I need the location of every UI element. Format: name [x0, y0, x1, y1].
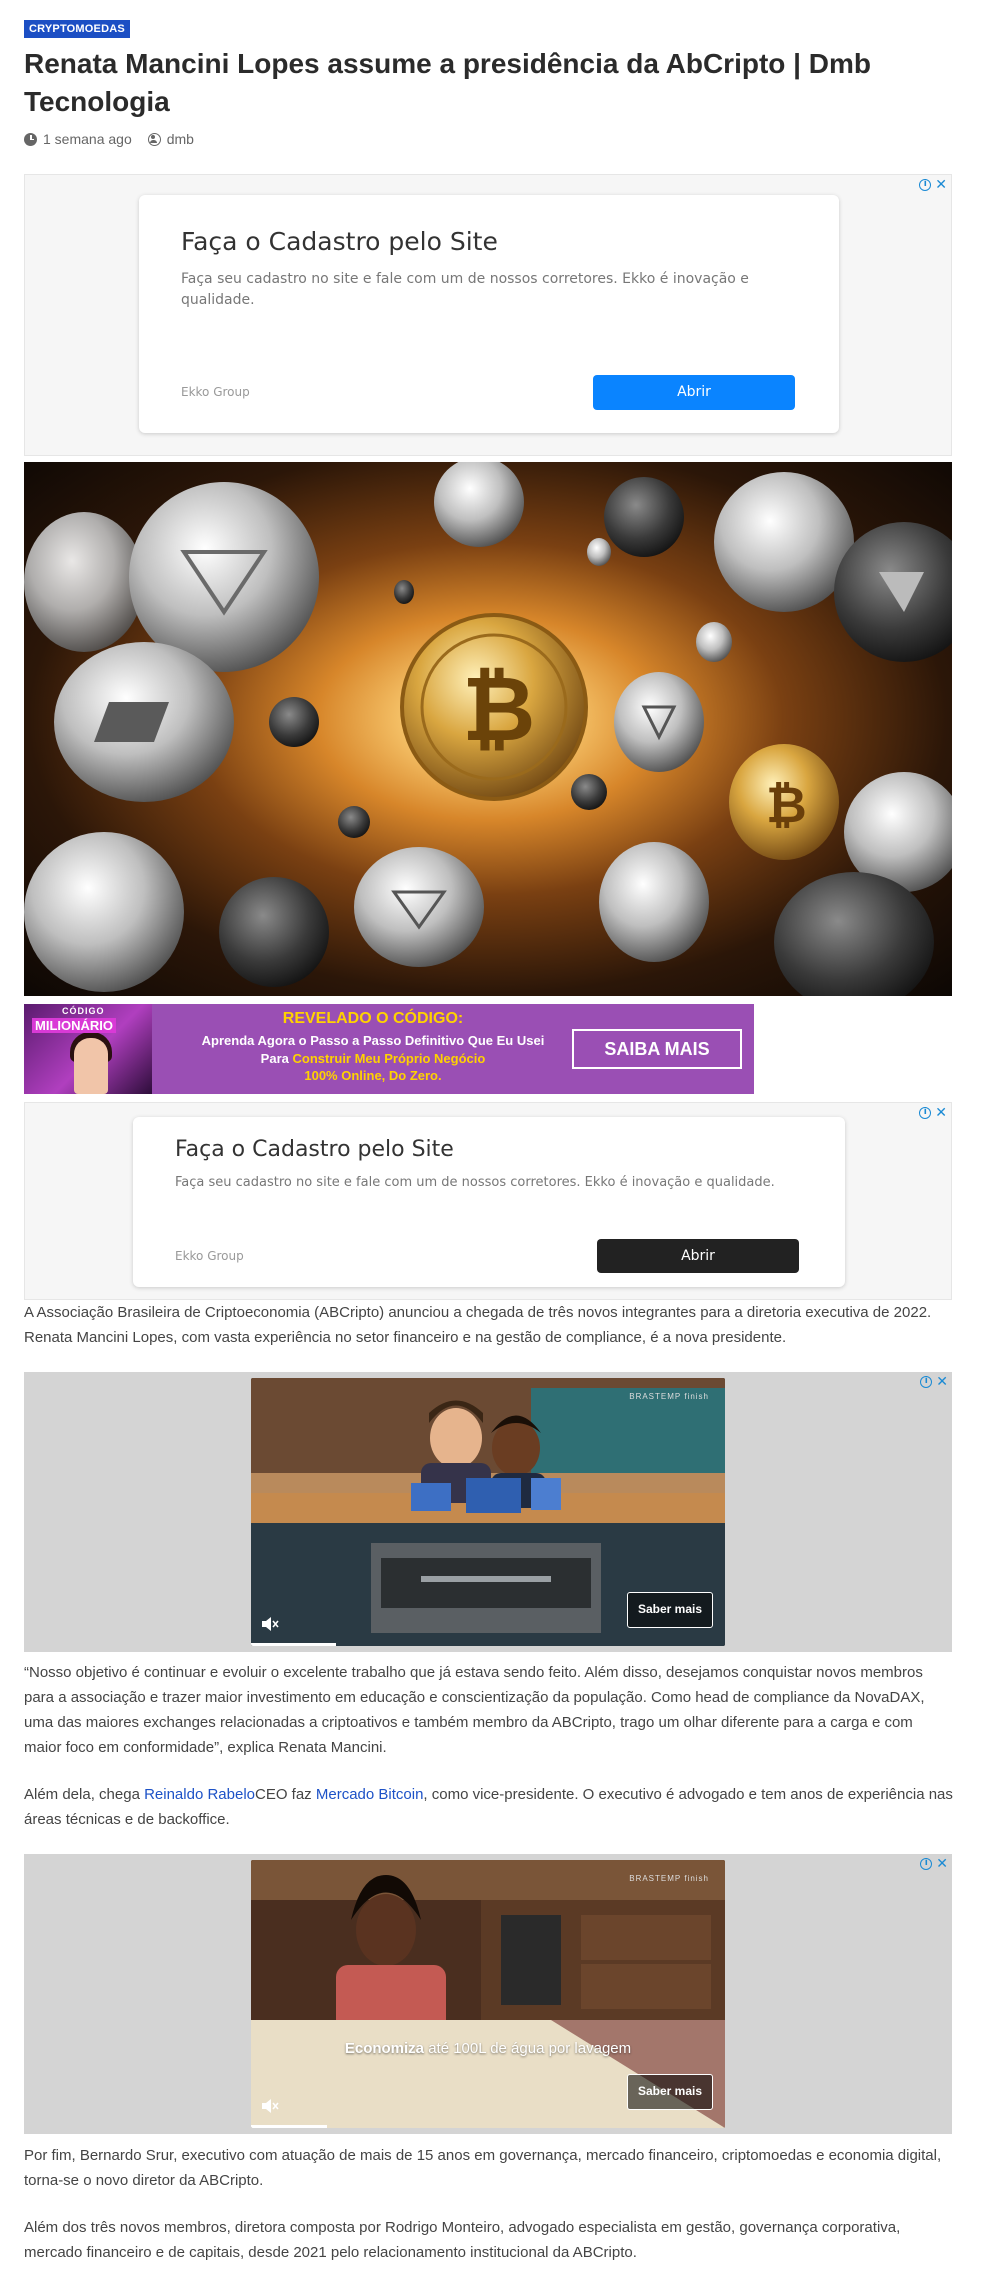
- banner-heading: REVELADO O CÓDIGO:: [282, 1010, 464, 1027]
- ad-choices[interactable]: i ✕: [919, 1106, 947, 1120]
- ad-choices[interactable]: i ✕: [920, 1857, 948, 1871]
- hero-image: ₿ ₿: [24, 462, 952, 996]
- banner-cta-button[interactable]: SAIBA MAIS: [572, 1029, 742, 1069]
- close-icon[interactable]: ✕: [935, 178, 947, 192]
- video-ad-container-2: i ✕ BRASTEMP finish Economiza até 100L d…: [24, 1854, 952, 2134]
- ad-container-1: i ✕ Faça o Cadastro pelo Site Faça seu c…: [24, 174, 952, 456]
- learn-more-button[interactable]: Saber mais: [627, 1592, 713, 1628]
- clock-icon: [24, 132, 37, 146]
- ad-card[interactable]: Faça o Cadastro pelo Site Faça seu cadas…: [133, 1117, 845, 1287]
- ad-advertiser: Ekko Group: [175, 1249, 244, 1263]
- video-brand: BRASTEMP finish: [629, 1874, 709, 1883]
- learn-more-button[interactable]: Saber mais: [627, 2074, 713, 2110]
- crypto-coins-illustration: ₿ ₿: [24, 462, 952, 996]
- info-icon[interactable]: i: [919, 1107, 932, 1119]
- banner-subtext: 100% Online, Do Zero.: [304, 1068, 442, 1083]
- ad-advertiser: Ekko Group: [181, 385, 250, 399]
- user-icon: [147, 132, 161, 146]
- video-player[interactable]: BRASTEMP finish Saber mais: [251, 1378, 725, 1646]
- close-icon[interactable]: ✕: [936, 1375, 948, 1389]
- article-paragraph: Além dos três novos membros, diretora co…: [24, 2219, 901, 2261]
- info-icon[interactable]: i: [919, 179, 932, 191]
- link-mercado-bitcoin[interactable]: Mercado Bitcoin: [316, 1786, 424, 1803]
- ad-headline[interactable]: Faça o Cadastro pelo Site: [175, 1137, 454, 1162]
- ad-choices[interactable]: i ✕: [920, 1375, 948, 1389]
- video-brand: BRASTEMP finish: [629, 1392, 709, 1401]
- ad-description: Faça seu cadastro no site e fale com um …: [181, 271, 749, 308]
- ad-description: Faça seu cadastro no site e fale com um …: [175, 1175, 775, 1190]
- video-progress[interactable]: [251, 1643, 337, 1646]
- promo-banner[interactable]: CÓDIGO MILIONÁRIO REVELADO O CÓDIGO: Apr…: [24, 1004, 754, 1094]
- article-meta: 1 semana ago dmb: [24, 131, 194, 147]
- info-icon[interactable]: i: [920, 1858, 933, 1870]
- ad-card[interactable]: Faça o Cadastro pelo Site Faça seu cadas…: [139, 195, 839, 433]
- svg-text:₿: ₿: [766, 776, 807, 834]
- ad-choices[interactable]: i ✕: [919, 178, 947, 192]
- article-paragraph: “Nosso objetivo é continuar e evoluir o …: [24, 1664, 925, 1756]
- banner-image: CÓDIGO MILIONÁRIO: [24, 1004, 152, 1094]
- banner-text: Aprenda Agora o Passo a Passo Definitivo…: [201, 1033, 545, 1066]
- ad-open-button[interactable]: Abrir: [597, 1239, 799, 1273]
- mute-icon[interactable]: [261, 1616, 279, 1632]
- banner-logo-top: CÓDIGO: [62, 1006, 105, 1016]
- post-date: 1 semana ago: [43, 131, 132, 147]
- ad-open-button[interactable]: Abrir: [593, 375, 795, 410]
- video-caption: Economiza até 100L de água por lavagem: [344, 2040, 632, 2057]
- close-icon[interactable]: ✕: [935, 1106, 947, 1120]
- video-ad-container-1: i ✕ BRASTEMP finish Saber mais: [24, 1372, 952, 1652]
- article-paragraph: Por fim, Bernardo Srur, executivo com at…: [24, 2147, 942, 2189]
- info-icon[interactable]: i: [920, 1376, 933, 1388]
- category-badge[interactable]: CRYPTOMOEDAS: [24, 20, 130, 38]
- video-progress[interactable]: [251, 2125, 327, 2128]
- video-player[interactable]: BRASTEMP finish Economiza até 100L de ág…: [251, 1860, 725, 2128]
- close-icon[interactable]: ✕: [936, 1857, 948, 1871]
- svg-text:₿: ₿: [462, 657, 535, 762]
- link-reinaldo-rabelo[interactable]: Reinaldo Rabelo: [144, 1786, 255, 1803]
- ad-headline[interactable]: Faça o Cadastro pelo Site: [181, 227, 498, 256]
- article-paragraph: Além dela, chega Reinaldo RabeloCEO faz …: [24, 1786, 953, 1828]
- article-title: Renata Mancini Lopes assume a presidênci…: [24, 48, 871, 117]
- article-paragraph: A Associação Brasileira de Criptoeconomi…: [24, 1304, 932, 1346]
- banner-logo: MILIONÁRIO: [32, 1018, 116, 1033]
- author-link[interactable]: dmb: [167, 131, 194, 147]
- mute-icon[interactable]: [261, 2098, 279, 2114]
- ad-container-2: i ✕ Faça o Cadastro pelo Site Faça seu c…: [24, 1102, 952, 1300]
